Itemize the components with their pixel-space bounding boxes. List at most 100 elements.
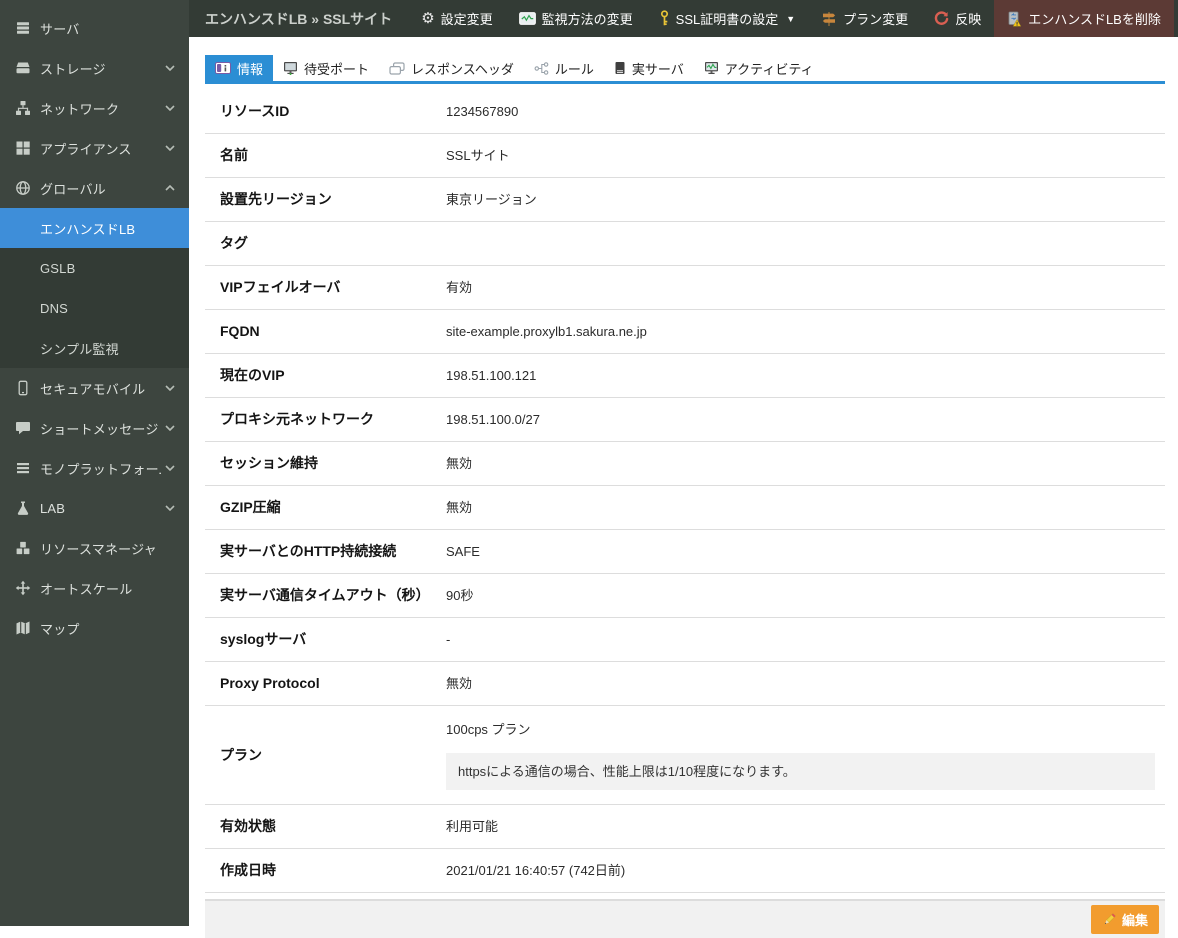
row-label: 名前 — [220, 146, 446, 165]
chevron-down-icon — [161, 65, 175, 71]
sidebar-item-label: エンハンスドLB — [40, 219, 135, 238]
ssl-certificate-settings-button[interactable]: SSL証明書の設定 ▼ — [646, 0, 809, 37]
sidebar-item-resource-manager[interactable]: リソースマネージャ — [0, 528, 189, 568]
row-label: 作成日時 — [220, 861, 446, 880]
table-row-plan: プラン 100cps プラン httpsによる通信の場合、性能上限は1/10程度… — [205, 706, 1165, 805]
sidebar-item-enhanced-lb[interactable]: エンハンスドLB — [0, 208, 189, 248]
table-row-proxy-network: プロキシ元ネットワーク 198.51.100.0/27 — [205, 398, 1165, 442]
row-label: 現在のVIP — [220, 366, 446, 385]
tab-label: アクティビティ — [725, 59, 814, 78]
sidebar-item-appliance[interactable]: アプライアンス — [0, 128, 189, 168]
row-value: - — [446, 630, 1155, 649]
tab-response-header[interactable]: レスポンスヘッダ — [379, 55, 524, 81]
activity-icon — [704, 61, 719, 75]
tab-label: 待受ポート — [304, 59, 369, 78]
row-value: 有効 — [446, 278, 1155, 297]
delete-enhanced-lb-button[interactable]: エンハンスドLBを削除 — [994, 0, 1174, 37]
row-label: 実サーバとのHTTP持続接続 — [220, 542, 446, 561]
sidebar-item-map[interactable]: マップ — [0, 608, 189, 648]
tab-label: 実サーバ — [632, 59, 684, 78]
sidebar-item-server[interactable]: サーバ — [0, 8, 189, 48]
sidebar: サーバ ストレージ ネットワーク アプライアンス グローバル エンハンスドLB … — [0, 0, 189, 926]
sidebar-item-label: GSLB — [40, 261, 75, 276]
monitoring-method-button[interactable]: 監視方法の変更 — [506, 0, 646, 37]
server-icon — [14, 20, 32, 36]
dropdown-caret-icon: ▼ — [786, 14, 795, 24]
resource-manager-icon — [14, 540, 32, 556]
chevron-down-icon — [161, 385, 175, 391]
sidebar-item-global[interactable]: グローバル — [0, 168, 189, 208]
sidebar-item-lab[interactable]: LAB — [0, 488, 189, 528]
plan-change-button[interactable]: プラン変更 — [808, 0, 921, 37]
row-label: FQDN — [220, 322, 446, 341]
sidebar-item-autoscale[interactable]: オートスケール — [0, 568, 189, 608]
sidebar-item-mono-platform[interactable]: モノプラットフォーム — [0, 448, 189, 488]
autoscale-icon — [14, 580, 32, 596]
chevron-up-icon — [161, 185, 175, 191]
tab-rule[interactable]: ルール — [524, 55, 604, 81]
sidebar-item-label: セキュアモバイル — [40, 379, 145, 398]
sidebar-item-short-message[interactable]: ショートメッセージ — [0, 408, 189, 448]
row-value: SSLサイト — [446, 146, 1155, 165]
edit-button[interactable]: 編集 — [1091, 905, 1159, 934]
row-value: site-example.proxylb1.sakura.ne.jp — [446, 322, 1155, 341]
row-label: プロキシ元ネットワーク — [220, 410, 446, 429]
key-icon — [659, 10, 670, 27]
refresh-icon — [934, 11, 949, 26]
table-row-region: 設置先リージョン 東京リージョン — [205, 178, 1165, 222]
table-row-http-keepalive: 実サーバとのHTTP持続接続 SAFE — [205, 530, 1165, 574]
sidebar-item-label: LAB — [40, 501, 65, 516]
settings-change-button[interactable]: ⚙ 設定変更 — [408, 0, 505, 37]
sidebar-item-label: アプライアンス — [40, 139, 132, 158]
delete-lb-warning-icon — [1007, 11, 1022, 27]
row-label: VIPフェイルオーバ — [220, 278, 446, 297]
sidebar-item-label: リソースマネージャ — [40, 539, 157, 558]
table-row-proxy-protocol: Proxy Protocol 無効 — [205, 662, 1165, 706]
sidebar-item-gslb[interactable]: GSLB — [0, 248, 189, 288]
tab-real-server[interactable]: 実サーバ — [604, 55, 694, 81]
sidebar-item-storage[interactable]: ストレージ — [0, 48, 189, 88]
sidebar-item-dns[interactable]: DNS — [0, 288, 189, 328]
sidebar-item-label: オートスケール — [40, 579, 132, 598]
button-label: 反映 — [955, 9, 981, 28]
signpost-icon — [821, 11, 837, 27]
sidebar-item-simple-monitor[interactable]: シンプル監視 — [0, 328, 189, 368]
response-header-icon — [389, 62, 405, 75]
chevron-down-icon — [161, 465, 175, 471]
platform-icon — [14, 460, 32, 476]
row-value: 東京リージョン — [446, 190, 1155, 209]
row-value: 2021/01/21 16:40:57 (742日前) — [446, 861, 1155, 880]
topbar: エンハンスドLB » SSLサイト ⚙ 設定変更 監視方法の変更 SSL証明書の… — [189, 0, 1178, 37]
apply-button[interactable]: 反映 — [921, 0, 994, 37]
row-label: 実サーバ通信タイムアウト（秒） — [220, 586, 446, 605]
tab-activity[interactable]: アクティビティ — [694, 55, 824, 81]
sidebar-item-label: シンプル監視 — [40, 339, 119, 358]
row-label: 設置先リージョン — [220, 190, 446, 209]
table-row-name: 名前 SSLサイト — [205, 134, 1165, 178]
row-label: タグ — [220, 234, 446, 253]
row-value: 無効 — [446, 498, 1155, 517]
row-label: GZIP圧縮 — [220, 498, 446, 517]
chevron-down-icon — [161, 425, 175, 431]
sidebar-item-network[interactable]: ネットワーク — [0, 88, 189, 128]
tab-listen-port[interactable]: 待受ポート — [273, 55, 379, 81]
sidebar-item-label: モノプラットフォーム — [40, 459, 161, 478]
rule-icon — [534, 62, 549, 75]
table-row-availability: 有効状態 利用可能 — [205, 805, 1165, 849]
plan-note: httpsによる通信の場合、性能上限は1/10程度になります。 — [446, 753, 1155, 790]
tab-info[interactable]: 情報 — [205, 55, 273, 81]
chevron-down-icon — [161, 105, 175, 111]
row-label: プラン — [220, 746, 446, 765]
row-value: 198.51.100.121 — [446, 366, 1155, 385]
row-label: セッション維持 — [220, 454, 446, 473]
row-label: 有効状態 — [220, 817, 446, 836]
row-value: SAFE — [446, 542, 1155, 561]
tab-label: ルール — [555, 59, 594, 78]
sidebar-item-label: ネットワーク — [40, 99, 119, 118]
button-label: 監視方法の変更 — [542, 9, 633, 28]
footer-action-bar: 編集 — [205, 899, 1165, 938]
table-row-fqdn: FQDN site-example.proxylb1.sakura.ne.jp — [205, 310, 1165, 354]
mobile-icon — [14, 380, 32, 396]
sidebar-item-secure-mobile[interactable]: セキュアモバイル — [0, 368, 189, 408]
row-label: リソースID — [220, 102, 446, 121]
